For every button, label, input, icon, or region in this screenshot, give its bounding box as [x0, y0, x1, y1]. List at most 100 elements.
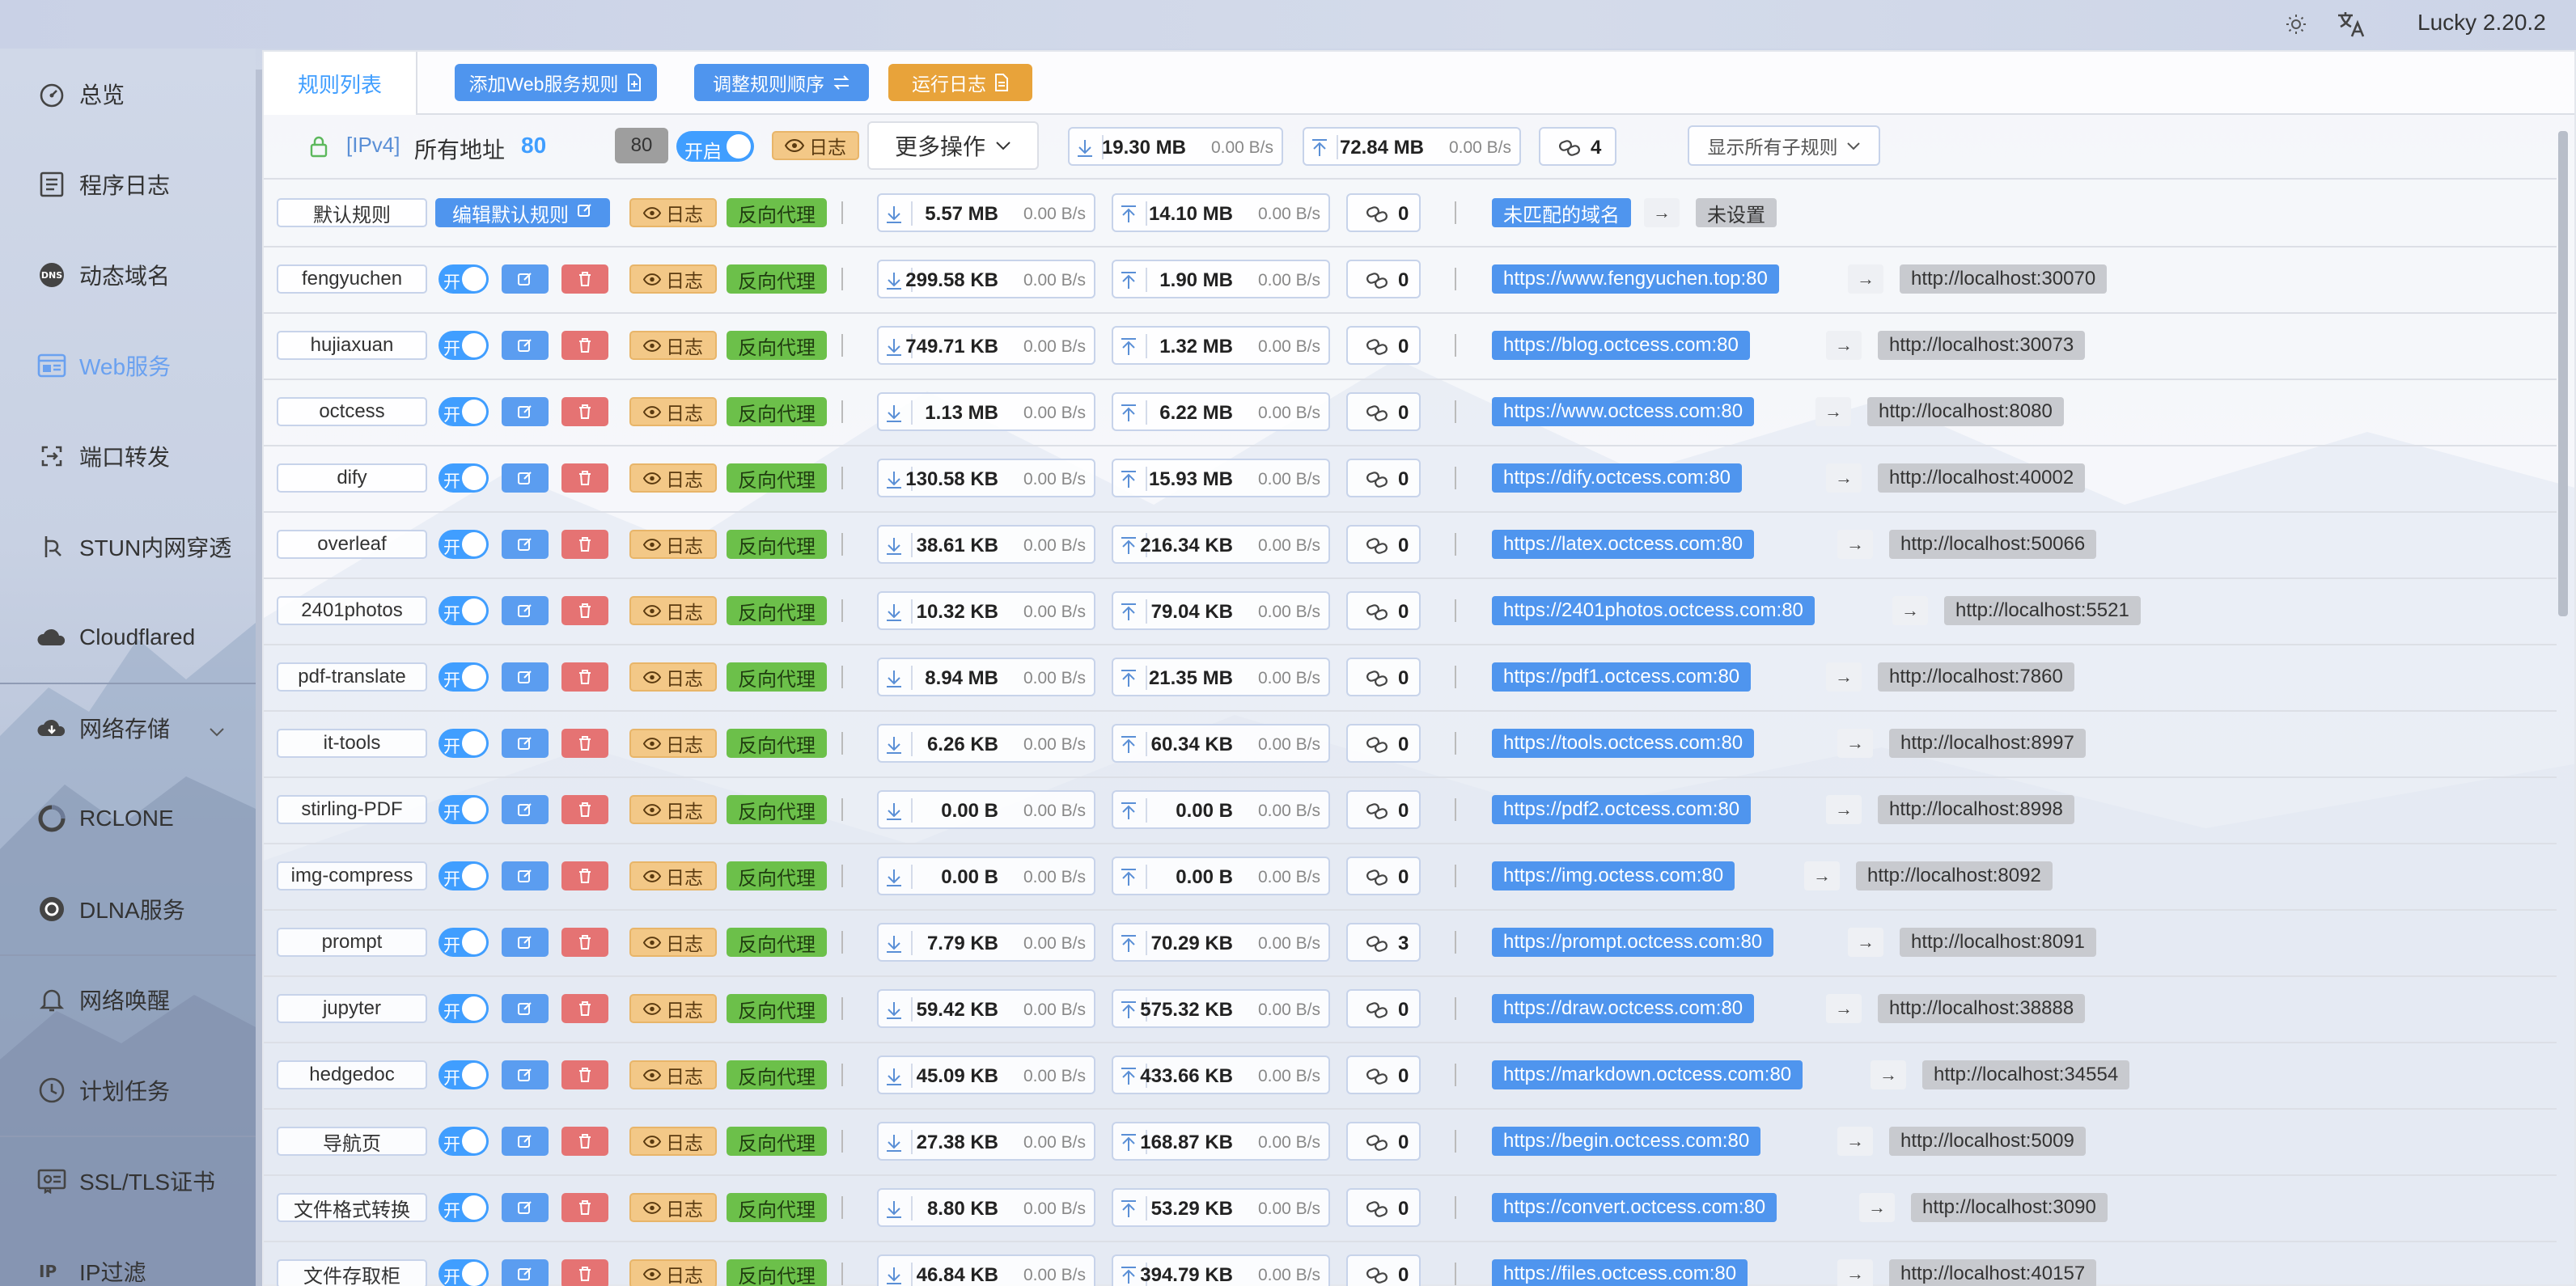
sidebar-item-port-forward[interactable]: 端口转发: [0, 411, 256, 501]
tab-rule-list[interactable]: 规则列表: [264, 52, 417, 115]
delete-rule-button[interactable]: [561, 1193, 608, 1222]
rule-name[interactable]: fengyuchen: [277, 264, 427, 294]
rule-enable-switch[interactable]: 开: [439, 729, 489, 758]
frontend-domain[interactable]: https://markdown.octcess.com:80: [1492, 1060, 1803, 1089]
delete-rule-button[interactable]: [561, 928, 608, 957]
frontend-domain[interactable]: https://draw.octcess.com:80: [1492, 994, 1755, 1023]
rule-enable-switch[interactable]: 开: [439, 463, 489, 493]
log-button[interactable]: 日志: [629, 264, 717, 294]
add-rule-button[interactable]: 添加Web服务规则: [455, 64, 657, 101]
backend-target[interactable]: http://localhost:34554: [1922, 1060, 2130, 1089]
delete-rule-button[interactable]: [561, 795, 608, 824]
sidebar-item-stun[interactable]: STUN内网穿透: [0, 501, 256, 592]
frontend-domain[interactable]: https://img.octess.com:80: [1492, 861, 1735, 890]
listener-log-button[interactable]: 日志: [772, 131, 859, 160]
sidebar-item-cloud[interactable]: Cloudflared: [0, 592, 256, 683]
rule-name[interactable]: 2401photos: [277, 596, 427, 625]
listener-enable-switch[interactable]: 开启: [676, 131, 754, 162]
main-scrollbar[interactable]: [2558, 113, 2568, 1278]
log-button[interactable]: 日志: [629, 463, 717, 493]
rule-enable-switch[interactable]: 开: [439, 397, 489, 426]
backend-target[interactable]: http://localhost:40002: [1878, 463, 2086, 493]
sidebar-item-ip-filter[interactable]: IP IP过滤: [0, 1226, 256, 1286]
rule-name[interactable]: overleaf: [277, 530, 427, 559]
log-button[interactable]: 日志: [629, 1127, 717, 1156]
delete-rule-button[interactable]: [561, 994, 608, 1023]
sidebar-item-clock[interactable]: 计划任务: [0, 1045, 256, 1136]
rule-name[interactable]: it-tools: [277, 729, 427, 758]
log-button[interactable]: 日志: [629, 1193, 717, 1222]
frontend-domain[interactable]: https://files.octcess.com:80: [1492, 1259, 1748, 1286]
sidebar-scrollbar[interactable]: [256, 70, 262, 1286]
rule-enable-switch[interactable]: 开: [439, 662, 489, 692]
rule-enable-switch[interactable]: 开: [439, 994, 489, 1023]
frontend-domain[interactable]: https://2401photos.octcess.com:80: [1492, 596, 1815, 625]
delete-rule-button[interactable]: [561, 264, 608, 294]
rule-enable-switch[interactable]: 开: [439, 596, 489, 625]
edit-rule-button[interactable]: [502, 795, 549, 824]
edit-rule-button[interactable]: [502, 1127, 549, 1156]
frontend-domain[interactable]: https://latex.octcess.com:80: [1492, 530, 1755, 559]
sidebar-item-cloud-storage[interactable]: 网络存储: [0, 683, 256, 773]
backend-target[interactable]: http://localhost:7860: [1878, 662, 2074, 692]
edit-rule-button[interactable]: [502, 596, 549, 625]
rule-enable-switch[interactable]: 开: [439, 1060, 489, 1089]
rule-enable-switch[interactable]: 开: [439, 1127, 489, 1156]
rule-enable-switch[interactable]: 开: [439, 264, 489, 294]
log-button[interactable]: 日志: [629, 861, 717, 890]
frontend-domain[interactable]: https://www.octcess.com:80: [1492, 397, 1755, 426]
translate-icon[interactable]: [2333, 6, 2369, 42]
log-button[interactable]: 日志: [629, 198, 717, 227]
sidebar-item-ddns[interactable]: DNS 动态域名: [0, 230, 256, 320]
rule-enable-switch[interactable]: 开: [439, 1193, 489, 1222]
delete-rule-button[interactable]: [561, 331, 608, 360]
backend-target[interactable]: http://localhost:8091: [1900, 928, 2096, 957]
frontend-domain[interactable]: https://pdf1.octcess.com:80: [1492, 662, 1752, 692]
edit-rule-button[interactable]: [502, 994, 549, 1023]
frontend-domain[interactable]: https://blog.octcess.com:80: [1492, 331, 1750, 360]
frontend-domain[interactable]: https://prompt.octcess.com:80: [1492, 928, 1774, 957]
delete-rule-button[interactable]: [561, 1259, 608, 1286]
chevron-down-icon[interactable]: [209, 717, 225, 742]
log-button[interactable]: 日志: [629, 795, 717, 824]
rule-enable-switch[interactable]: 开: [439, 331, 489, 360]
more-operations-dropdown[interactable]: 更多操作: [867, 121, 1039, 170]
sidebar-item-dashboard[interactable]: 总览: [0, 49, 256, 139]
log-button[interactable]: 日志: [629, 596, 717, 625]
delete-rule-button[interactable]: [561, 397, 608, 426]
rule-enable-switch[interactable]: 开: [439, 861, 489, 890]
frontend-domain[interactable]: https://tools.octcess.com:80: [1492, 729, 1755, 758]
log-button[interactable]: 日志: [629, 994, 717, 1023]
delete-rule-button[interactable]: [561, 861, 608, 890]
backend-target[interactable]: http://localhost:8080: [1867, 397, 2064, 426]
sidebar-item-certificate[interactable]: SSL/TLS证书: [0, 1136, 256, 1226]
rule-name[interactable]: pdf-translate: [277, 662, 427, 692]
edit-rule-button[interactable]: [502, 463, 549, 493]
backend-target[interactable]: http://localhost:40157: [1889, 1259, 2097, 1286]
rule-name[interactable]: 文件格式转换: [277, 1193, 427, 1222]
edit-default-rule-button[interactable]: 编辑默认规则: [435, 198, 610, 227]
rule-name[interactable]: 文件存取柜: [277, 1259, 427, 1286]
rule-name[interactable]: img-compress: [277, 861, 427, 890]
sidebar-item-rclone[interactable]: RCLONE: [0, 773, 256, 864]
rule-enable-switch[interactable]: 开: [439, 928, 489, 957]
delete-rule-button[interactable]: [561, 1060, 608, 1089]
backend-target[interactable]: http://localhost:8092: [1856, 861, 2053, 890]
rule-name[interactable]: 导航页: [277, 1127, 427, 1156]
backend-target[interactable]: http://localhost:38888: [1878, 994, 2086, 1023]
edit-rule-button[interactable]: [502, 729, 549, 758]
backend-target[interactable]: http://localhost:5009: [1889, 1127, 2086, 1156]
rule-enable-switch[interactable]: 开: [439, 1259, 489, 1286]
log-button[interactable]: 日志: [629, 1259, 717, 1286]
rule-name[interactable]: prompt: [277, 928, 427, 957]
reorder-rules-button[interactable]: 调整规则顺序: [694, 64, 869, 101]
rule-name[interactable]: jupyter: [277, 994, 427, 1023]
rule-enable-switch[interactable]: 开: [439, 795, 489, 824]
frontend-domain[interactable]: https://convert.octcess.com:80: [1492, 1193, 1777, 1222]
backend-target[interactable]: http://localhost:8997: [1889, 729, 2086, 758]
backend-target[interactable]: http://localhost:8998: [1878, 795, 2074, 824]
delete-rule-button[interactable]: [561, 662, 608, 692]
delete-rule-button[interactable]: [561, 463, 608, 493]
log-button[interactable]: 日志: [629, 530, 717, 559]
backend-target[interactable]: http://localhost:50066: [1889, 530, 2097, 559]
